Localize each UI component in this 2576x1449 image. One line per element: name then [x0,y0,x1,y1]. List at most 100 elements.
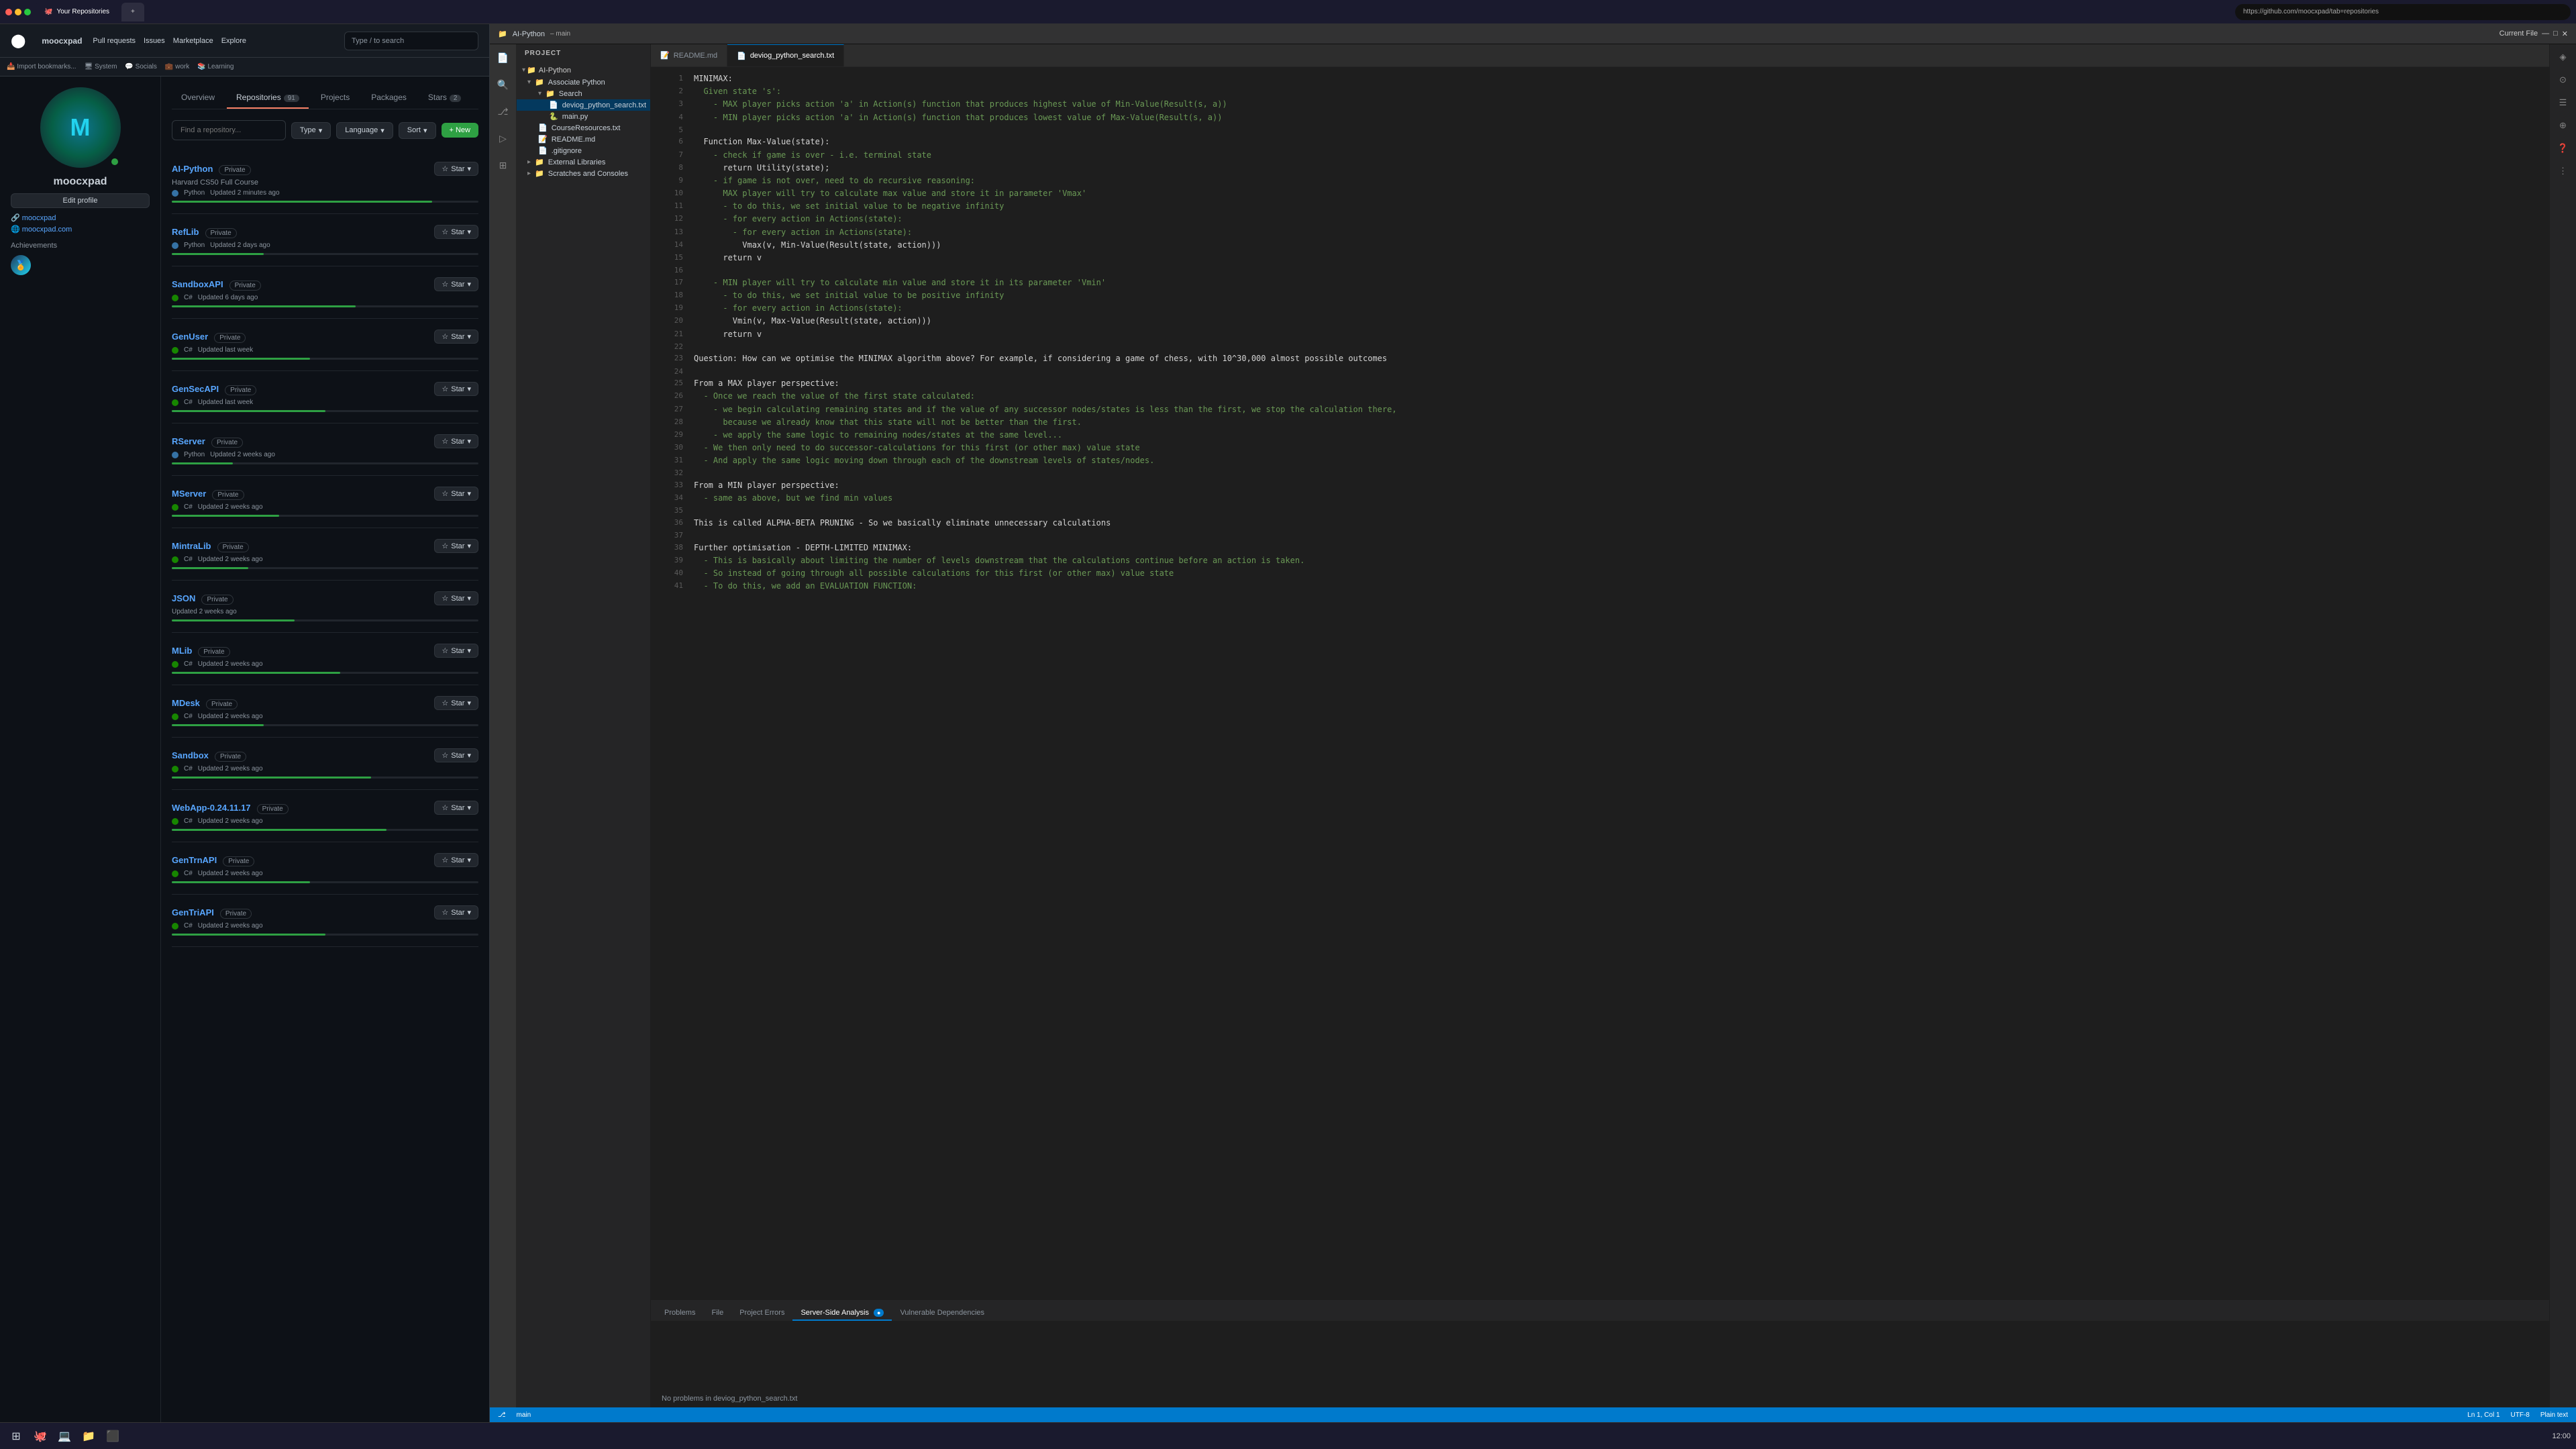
edit-profile-button[interactable]: Edit profile [11,193,150,208]
project-root-folder[interactable]: ▾ 📁 AI-Python [517,64,650,77]
ide-tab-deviog[interactable]: 📄 deviog_python_search.txt [727,44,844,66]
repo-name[interactable]: WebApp-0.24.11.17 [172,803,251,813]
statusbar-language[interactable]: Plain text [2540,1411,2568,1419]
repo-name[interactable]: RServer [172,436,205,446]
star-button[interactable]: ☆ Star ▾ [434,277,478,291]
nav-link-explore[interactable]: Explore [221,37,246,45]
star-button[interactable]: ☆ Star ▾ [434,162,478,176]
bookmark-socials[interactable]: 💬 Socials [125,63,156,70]
nav-packages[interactable]: Packages [362,87,416,109]
debug-icon[interactable]: ▷ [495,130,511,146]
minimize-dot[interactable] [15,9,21,15]
star-button[interactable]: ☆ Star ▾ [434,382,478,396]
profile-link-username[interactable]: 🔗 moocxpad [11,213,150,222]
sort-filter-button[interactable]: Sort ▾ [399,122,436,139]
tree-item-external-libs[interactable]: ▸ 📁 External Libraries [517,156,650,168]
repo-name[interactable]: Sandbox [172,750,209,760]
tree-item-gitignore[interactable]: 📄 .gitignore [517,145,650,156]
nav-link-marketplace[interactable]: Marketplace [173,37,213,45]
right-icon-3[interactable]: ☰ [2556,95,2571,110]
star-button[interactable]: ☆ Star ▾ [434,434,478,448]
tree-item-associate-python[interactable]: ▾ 📁 Associate Python [517,77,650,88]
star-button[interactable]: ☆ Star ▾ [434,644,478,658]
taskbar-folder-icon[interactable]: 📁 [78,1426,99,1447]
start-menu-icon[interactable]: ⊞ [5,1426,27,1447]
statusbar-branch[interactable]: main [517,1411,531,1419]
panel-tab-vulnerable-deps[interactable]: Vulnerable Dependencies [892,1306,992,1321]
taskbar-github-icon[interactable]: 🐙 [30,1426,51,1447]
search-icon[interactable]: 🔍 [495,77,511,93]
nav-link-issues[interactable]: Issues [144,37,165,45]
repo-name[interactable]: GenSecAPI [172,384,219,394]
panel-tab-file[interactable]: File [703,1306,731,1321]
new-repo-button[interactable]: + New [442,123,479,138]
repo-search-input[interactable] [172,120,286,140]
statusbar-line-col[interactable]: Ln 1, Col 1 [2467,1411,2500,1419]
language-filter-button[interactable]: Language ▾ [336,122,393,139]
star-button[interactable]: ☆ Star ▾ [434,487,478,501]
right-icon-1[interactable]: ◈ [2556,50,2571,64]
repo-name[interactable]: RefLib [172,227,199,237]
right-icon-5[interactable]: ❓ [2556,141,2571,156]
panel-tab-server-analysis[interactable]: Server-Side Analysis ● [792,1306,892,1321]
repo-name[interactable]: MLib [172,646,192,656]
taskbar-terminal-icon[interactable]: ⬛ [102,1426,123,1447]
ide-maximize-icon[interactable]: □ [2553,30,2558,38]
star-button[interactable]: ☆ Star ▾ [434,905,478,919]
tree-item-search[interactable]: ▾ 📁 Search [517,88,650,99]
ide-tab-readme[interactable]: 📝 README.md [651,44,727,66]
panel-tab-project-errors[interactable]: Project Errors [731,1306,792,1321]
type-filter-button[interactable]: Type ▾ [291,122,331,139]
right-icon-6[interactable]: ⋮ [2556,164,2571,179]
close-dot[interactable] [5,9,12,15]
tree-item-main-py[interactable]: 🐍 main.py [517,111,650,122]
star-button[interactable]: ☆ Star ▾ [434,539,478,553]
star-button[interactable]: ☆ Star ▾ [434,225,478,239]
repo-name[interactable]: AI-Python [172,164,213,174]
nav-repositories[interactable]: Repositories91 [227,87,309,109]
star-button[interactable]: ☆ Star ▾ [434,853,478,867]
github-search-bar[interactable]: Type / to search [344,32,478,50]
bookmark-import[interactable]: 📥 Import bookmarks... [7,63,76,70]
repo-name[interactable]: GenUser [172,332,208,342]
ide-code-editor[interactable]: 1 MINIMAX: 2 Given state 's': 3 - MAX pl… [651,67,2549,1300]
bookmark-work[interactable]: 💼 work [165,63,189,70]
star-button[interactable]: ☆ Star ▾ [434,748,478,762]
explorer-icon[interactable]: 📄 [495,50,511,66]
ide-minimize-icon[interactable]: — [2542,30,2549,38]
nav-projects[interactable]: Projects [311,87,359,109]
profile-link-website[interactable]: 🌐 moocxpad.com [11,225,150,234]
browser-tab-active[interactable]: 🐙 Your Repositories [35,3,119,21]
nav-stars[interactable]: Stars2 [419,87,471,109]
right-icon-2[interactable]: ⊙ [2556,72,2571,87]
extensions-icon[interactable]: ⊞ [495,157,511,173]
repo-name[interactable]: GenTriAPI [172,907,214,917]
star-button[interactable]: ☆ Star ▾ [434,330,478,344]
taskbar-ide-icon[interactable]: 💻 [54,1426,75,1447]
repo-name[interactable]: MDesk [172,698,200,708]
new-tab-button[interactable]: + [121,3,144,21]
star-button[interactable]: ☆ Star ▾ [434,696,478,710]
star-button[interactable]: ☆ Star ▾ [434,591,478,605]
right-icon-4[interactable]: ⊕ [2556,118,2571,133]
tree-item-readme[interactable]: 📝 README.md [517,134,650,145]
nav-overview[interactable]: Overview [172,87,224,109]
maximize-dot[interactable] [24,9,31,15]
star-button[interactable]: ☆ Star ▾ [434,801,478,815]
repo-name[interactable]: MintraLib [172,541,211,551]
ide-close-icon[interactable]: ✕ [2562,30,2568,38]
panel-tab-problems[interactable]: Problems [656,1306,703,1321]
statusbar-encoding[interactable]: UTF-8 [2511,1411,2530,1419]
tree-item-scratches[interactable]: ▸ 📁 Scratches and Consoles [517,168,650,179]
repo-name[interactable]: JSON [172,593,195,603]
source-control-icon[interactable]: ⎇ [495,103,511,119]
tree-item-deviog-search[interactable]: 📄 deviog_python_search.txt [517,99,650,111]
tree-item-course-resources[interactable]: 📄 CourseResources.txt [517,122,650,134]
repo-name[interactable]: SandboxAPI [172,279,223,289]
bookmark-learning[interactable]: 📚 Learning [197,63,234,70]
bookmark-system[interactable]: 🖥 System [85,63,117,70]
repo-name[interactable]: GenTrnAPI [172,855,217,865]
address-bar[interactable]: https://github.com/moocxpad/tab=reposito… [2235,4,2571,20]
repo-name[interactable]: MServer [172,489,206,499]
nav-link-pull-requests[interactable]: Pull requests [93,37,136,45]
